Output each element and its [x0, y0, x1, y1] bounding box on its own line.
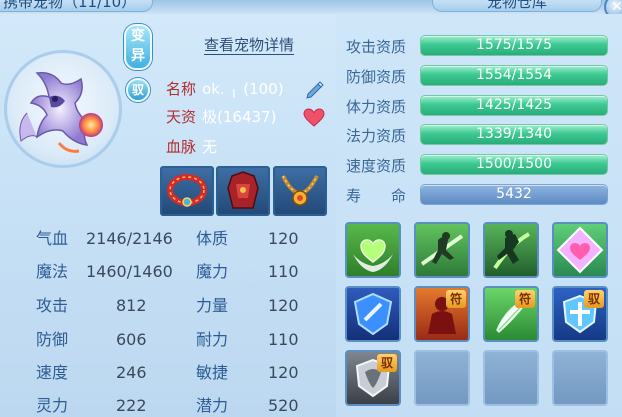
- skill-slot-9[interactable]: 驭: [345, 350, 401, 406]
- stat-value-endurance: 110: [268, 330, 299, 349]
- stat-value-spirit: 222: [116, 396, 147, 415]
- aptitude-label-speed: 速度资质: [346, 157, 407, 175]
- skill-slot-5[interactable]: [345, 286, 401, 342]
- pet-model-icon: [19, 71, 103, 153]
- stat-value-hp: 2146/2146: [86, 229, 173, 248]
- stat-label-spirit: 灵力: [36, 396, 69, 415]
- aptitude-bar-defense: 1554/1554: [420, 65, 608, 86]
- stat-label-attack: 攻击: [36, 296, 69, 315]
- pet-bloodline-value: 无: [202, 138, 218, 156]
- stat-value-agility: 120: [268, 363, 299, 382]
- stat-value-magic: 110: [268, 262, 299, 281]
- skill-slot-6[interactable]: 符: [414, 286, 470, 342]
- skill-slot-4[interactable]: [552, 222, 608, 278]
- aptitude-label-defense: 防御资质: [346, 68, 407, 86]
- stat-label-agility: 敏捷: [196, 363, 229, 382]
- heart-icon[interactable]: [303, 108, 325, 128]
- stat-value-defense: 606: [116, 330, 147, 349]
- pet-bloodline-label: 血脉: [166, 138, 197, 156]
- pet-talent-row: 天资 极(16437): [166, 108, 276, 126]
- leap-attack-skill-icon: [493, 230, 531, 270]
- view-pet-details-link[interactable]: 查看宠物详情: [204, 36, 295, 55]
- tame-badge: 驭: [126, 78, 150, 102]
- stat-value-constitution: 120: [268, 229, 299, 248]
- skill-slot-7[interactable]: 符: [483, 286, 539, 342]
- stat-value-strength: 120: [268, 296, 299, 315]
- pet-name-row: 名称 ok. ╷ (100): [166, 80, 284, 98]
- aptitude-bar-speed: 1500/1500: [420, 154, 608, 175]
- pet-name-label: 名称: [166, 80, 197, 98]
- skill-slot-2[interactable]: [414, 222, 470, 278]
- stat-label-potential: 潜力: [196, 396, 229, 415]
- dash-skill-icon: [420, 232, 464, 266]
- equipment-slot-collar[interactable]: [160, 166, 214, 216]
- mutation-badge-label: 变异: [131, 28, 145, 64]
- pet-talent-value: 极(16437): [202, 108, 277, 126]
- heart-diamond-skill-icon: [556, 226, 604, 274]
- lifespan-label: 寿 命: [346, 187, 407, 205]
- heal-wings-skill-icon: [353, 239, 393, 272]
- stat-label-strength: 力量: [196, 296, 229, 315]
- stat-label-constitution: 体质: [196, 229, 229, 248]
- pet-warehouse-tab[interactable]: 宠物仓库: [432, 0, 602, 12]
- skill-slot-8[interactable]: 驭: [552, 286, 608, 342]
- stat-value-potential: 520: [268, 396, 299, 415]
- pet-name-value: ok. ╷ (100): [202, 80, 284, 98]
- lifespan-bar: 5432: [420, 184, 608, 205]
- blue-shield-skill-icon: [353, 292, 393, 336]
- skill-slot-1[interactable]: [345, 222, 401, 278]
- stat-label-endurance: 耐力: [196, 330, 229, 349]
- skill-slot-empty-2[interactable]: [483, 350, 539, 406]
- rune-tag: 符: [446, 290, 466, 308]
- stat-label-mp: 魔法: [36, 262, 69, 281]
- stat-value-attack: 812: [116, 296, 147, 315]
- gold-necklace-icon: [281, 175, 319, 206]
- stat-value-mp: 1460/1460: [86, 262, 173, 281]
- tame-tag: 驭: [584, 290, 604, 308]
- stat-label-hp: 气血: [36, 229, 69, 248]
- aptitude-label-mana: 法力资质: [346, 127, 407, 145]
- mutation-badge: 变异: [124, 24, 152, 70]
- pet-bloodline-row: 血脉无: [166, 138, 217, 156]
- aptitude-label-attack: 攻击资质: [346, 38, 407, 56]
- aptitude-bar-stamina: 1425/1425: [420, 95, 608, 116]
- equipment-slot-armor[interactable]: [216, 166, 270, 216]
- skill-slot-empty-1[interactable]: [414, 350, 470, 406]
- tame-tag: 驭: [377, 354, 397, 372]
- equipment-slot-necklace[interactable]: [273, 166, 327, 216]
- red-armor-icon: [227, 171, 259, 209]
- carried-pets-tab[interactable]: 携带宠物（11/10）: [0, 0, 154, 12]
- skill-slot-3[interactable]: [483, 222, 539, 278]
- aptitude-bar-mana: 1339/1340: [420, 124, 608, 145]
- pet-talent-label: 天资: [166, 108, 197, 126]
- edit-name-icon[interactable]: [304, 78, 326, 100]
- pet-portrait: [4, 50, 122, 168]
- aptitude-label-stamina: 体力资质: [346, 98, 407, 116]
- stat-label-defense: 防御: [36, 330, 69, 349]
- stat-label-magic: 魔力: [196, 262, 229, 281]
- stat-value-speed: 246: [116, 363, 147, 382]
- red-collar-icon: [167, 174, 207, 207]
- rune-tag: 符: [515, 290, 535, 308]
- skill-slot-empty-3[interactable]: [552, 350, 608, 406]
- stat-label-speed: 速度: [36, 363, 69, 382]
- aptitude-bar-attack: 1575/1575: [420, 35, 608, 56]
